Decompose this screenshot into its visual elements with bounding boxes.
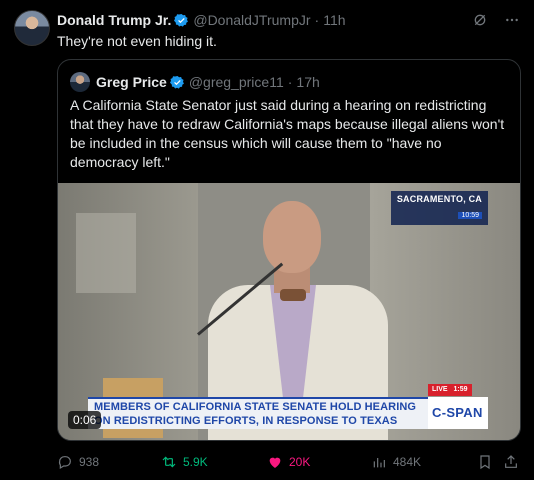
quoted-author-handle: @greg_price11: [188, 74, 284, 90]
location-overlay: SACRAMENTO, CA 10:59: [390, 191, 488, 225]
like-count: 20K: [289, 455, 311, 469]
share-button[interactable]: [503, 454, 519, 470]
live-time: 1:59: [453, 386, 468, 393]
live-badge: LIVE 1:59: [428, 384, 472, 396]
more-icon[interactable]: [504, 12, 520, 28]
network-logo-box: C-SPAN: [428, 397, 488, 429]
bookmark-icon: [480, 455, 490, 470]
share-icon: [505, 455, 517, 468]
separator-dot: ·: [287, 74, 293, 90]
author-name[interactable]: Donald Trump Jr.: [57, 12, 171, 28]
quoted-tweet[interactable]: Greg Price @greg_price11 · 17h A Califor…: [57, 59, 521, 441]
author-avatar[interactable]: [14, 10, 50, 46]
heart-icon: [269, 457, 281, 468]
quoted-author-name: Greg Price: [96, 74, 167, 90]
bookmark-button[interactable]: [477, 454, 493, 470]
location-time: 10:59: [458, 212, 482, 219]
location-label: SACRAMENTO, CA: [396, 194, 482, 204]
tweet-header: Donald Trump Jr. @DonaldJTrumpJr · 11h: [57, 11, 520, 29]
news-banner: MEMBERS OF CALIFORNIA STATE SENATE HOLD …: [88, 397, 428, 429]
action-bar: 938 5.9K 20K 484K: [57, 452, 521, 472]
video-wall-panel: [76, 213, 136, 293]
author-handle[interactable]: @DonaldJTrumpJr: [193, 12, 310, 28]
retweet-count: 5.9K: [183, 455, 208, 469]
like-button[interactable]: 20K: [267, 454, 310, 470]
verified-badge-icon: [174, 13, 189, 27]
verified-badge-icon: [169, 75, 184, 89]
grok-icon[interactable]: [472, 12, 488, 28]
tweet-time[interactable]: 11h: [323, 12, 345, 28]
banner-line-1: MEMBERS OF CALIFORNIA STATE SENATE HOLD …: [94, 401, 417, 413]
views-icon: [373, 458, 385, 468]
retweet-button[interactable]: 5.9K: [161, 454, 208, 470]
quoted-author-avatar: [70, 72, 90, 92]
separator-dot: ·: [314, 12, 320, 28]
network-logo: C-SPAN: [432, 405, 483, 420]
retweet-icon: [162, 456, 176, 468]
video-duration: 0:06: [68, 411, 102, 429]
quoted-tweet-time: 17h: [296, 74, 320, 90]
tweet-text: They're not even hiding it.: [57, 33, 217, 49]
quoted-tweet-header: Greg Price @greg_price11 · 17h: [70, 72, 320, 92]
banner-line-2: ON REDISTRICTING EFFORTS, IN RESPONSE TO…: [94, 415, 398, 427]
views-count: 484K: [393, 455, 422, 469]
reply-button[interactable]: 938: [57, 454, 99, 470]
live-label: LIVE: [432, 386, 448, 393]
reply-count: 938: [79, 455, 100, 469]
reply-icon: [58, 456, 71, 470]
quoted-tweet-text: A California State Senator just said dur…: [70, 97, 505, 170]
views-button[interactable]: 484K: [371, 454, 421, 470]
video-player[interactable]: SACRAMENTO, CA 10:59 LIVE 1:59 MEMBERS O…: [58, 183, 520, 440]
